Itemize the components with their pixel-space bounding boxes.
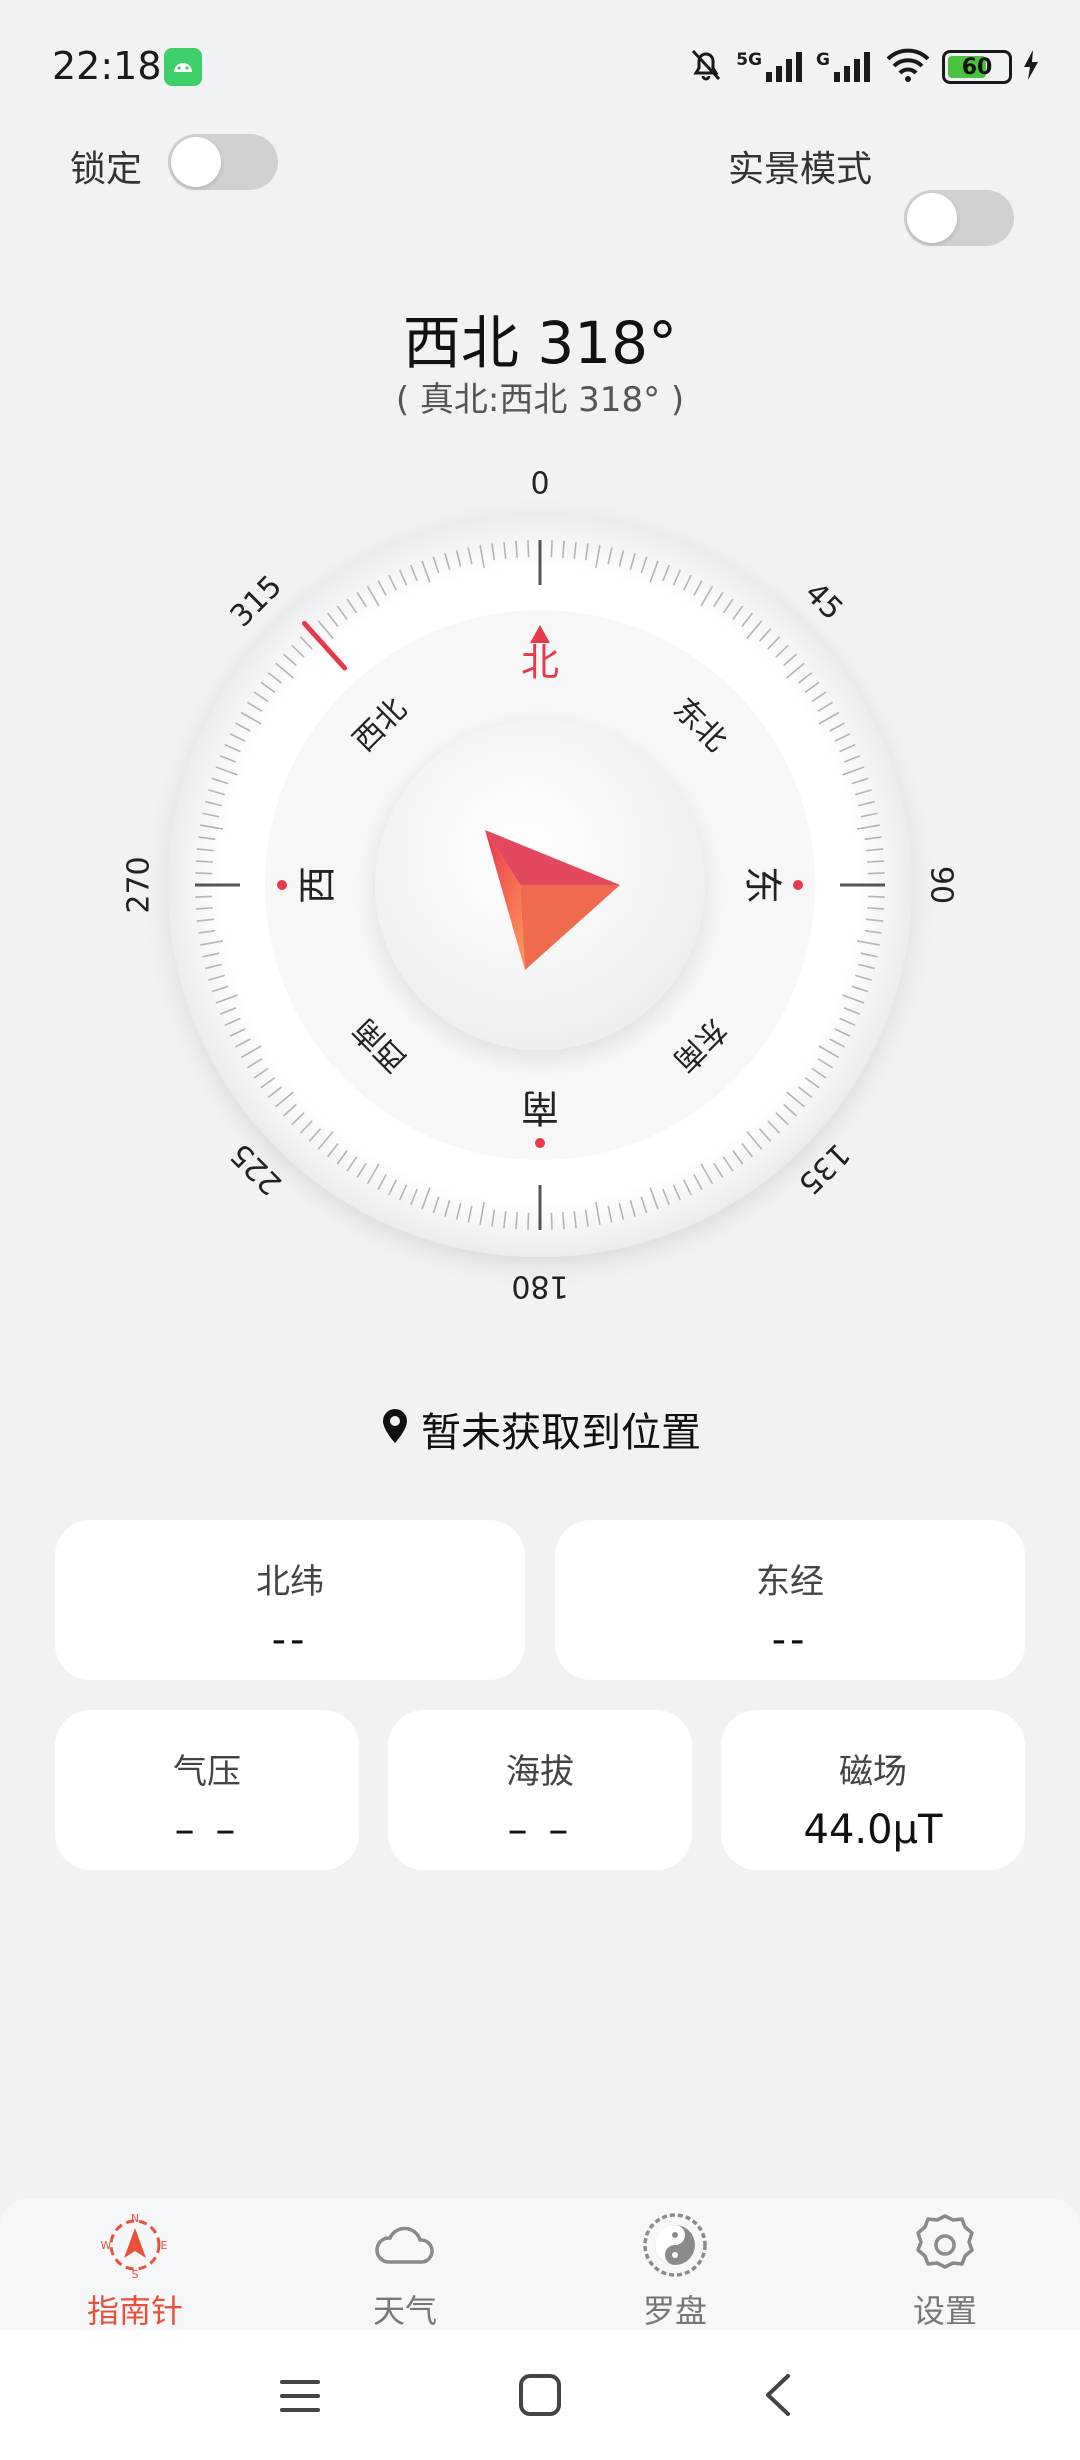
back-icon[interactable] [760, 2372, 796, 2422]
compass-dial: 04590135180225270315 北东北东东南南西南西西北 [122, 467, 959, 1304]
svg-text:N: N [131, 2212, 139, 2225]
heading-direction: 西北 318° [402, 309, 678, 377]
minor-tick [527, 540, 530, 558]
altitude-card: 海拔 – – [388, 1710, 692, 1870]
pressure-card: 气压 – – [55, 1710, 359, 1870]
altitude-label: 海拔 [506, 1752, 574, 1792]
svg-text:W: W [101, 2239, 112, 2252]
minor-tick [195, 895, 213, 898]
live-mode-label: 实景模式 [728, 149, 873, 190]
minor-tick [550, 1212, 553, 1230]
live-mode-toggle[interactable] [904, 190, 1014, 246]
direction-dot [277, 880, 287, 890]
direction-label: 南 [521, 1086, 559, 1130]
nav-luopan[interactable]: 罗盘 [595, 2210, 755, 2332]
location-row: 暂未获取到位置 [0, 1400, 1080, 1458]
nav-settings[interactable]: 设置 [865, 2210, 1025, 2332]
direction-dot [535, 1138, 545, 1148]
system-navigation-bar [0, 2330, 1080, 2460]
location-pin-icon [379, 1407, 411, 1451]
minor-tick [550, 540, 553, 558]
network-type-label-2: G [816, 50, 830, 70]
minor-tick [527, 1212, 530, 1230]
bottom-nav: N S W E 指南针 天气 罗盘 设置 [0, 2198, 1080, 2330]
cellular-signal-2-icon: G [816, 50, 874, 84]
charging-icon [1022, 49, 1040, 85]
home-icon[interactable] [517, 2372, 563, 2422]
minor-tick [867, 895, 885, 898]
direction-label: 北 [521, 641, 559, 685]
status-time: 22:18 [52, 44, 162, 88]
longitude-card: 东经 -- [555, 1520, 1025, 1680]
mute-bell-icon [686, 45, 726, 89]
lock-toggle[interactable] [168, 134, 278, 190]
svg-text:S: S [132, 2268, 139, 2280]
longitude-value: -- [771, 1617, 809, 1663]
magnetic-value: 44.0μT [803, 1807, 943, 1853]
status-bar: 22:18 5G G 60 [0, 0, 1080, 130]
gear-icon [910, 2214, 980, 2284]
nav-settings-label: 设置 [912, 2292, 977, 2330]
menu-icon[interactable] [278, 2374, 322, 2422]
cellular-signal-icon: 5G [736, 50, 806, 84]
location-status: 暂未获取到位置 [421, 1410, 701, 1456]
pressure-label: 气压 [173, 1752, 241, 1792]
svg-text:E: E [161, 2239, 168, 2252]
degree-label: 45 [798, 576, 850, 628]
degree-label: 180 [511, 1269, 568, 1304]
android-app-icon [164, 48, 202, 86]
nav-weather-label: 天气 [372, 2292, 437, 2330]
direction-label: 西 [296, 866, 340, 904]
status-icons: 5G G 60 [686, 44, 1040, 90]
network-type-label: 5G [736, 50, 763, 70]
pressure-value: – – [174, 1807, 240, 1853]
luopan-icon [640, 2213, 710, 2284]
nav-weather[interactable]: 天气 [325, 2210, 485, 2332]
longitude-label: 东经 [756, 1562, 824, 1602]
minor-tick [867, 872, 885, 875]
magnetic-label: 磁场 [839, 1752, 907, 1792]
true-north-heading: ( 真北:西北 318° ) [395, 380, 685, 420]
direction-label: 东 [741, 866, 785, 904]
latitude-value: -- [271, 1617, 309, 1663]
minor-tick [195, 872, 213, 875]
degree-label: 90 [924, 866, 959, 904]
altitude-value: – – [507, 1807, 573, 1853]
battery-level: 60 [961, 54, 993, 80]
nav-luopan-label: 罗盘 [642, 2292, 707, 2330]
nav-compass-label: 指南针 [86, 2292, 183, 2330]
lock-label: 锁定 [70, 149, 143, 190]
nav-compass[interactable]: N S W E 指南针 [55, 2210, 215, 2332]
degree-label: 0 [530, 467, 549, 502]
battery-icon: 60 [942, 50, 1012, 84]
latitude-card: 北纬 -- [55, 1520, 525, 1680]
magnetic-card: 磁场 44.0μT [721, 1710, 1025, 1870]
direction-dot [793, 880, 803, 890]
compass-nav-icon: N S W E [100, 2212, 170, 2284]
wifi-icon [884, 47, 932, 87]
cloud-icon [370, 2226, 440, 2284]
latitude-label: 北纬 [256, 1562, 324, 1602]
degree-label: 270 [122, 856, 157, 913]
